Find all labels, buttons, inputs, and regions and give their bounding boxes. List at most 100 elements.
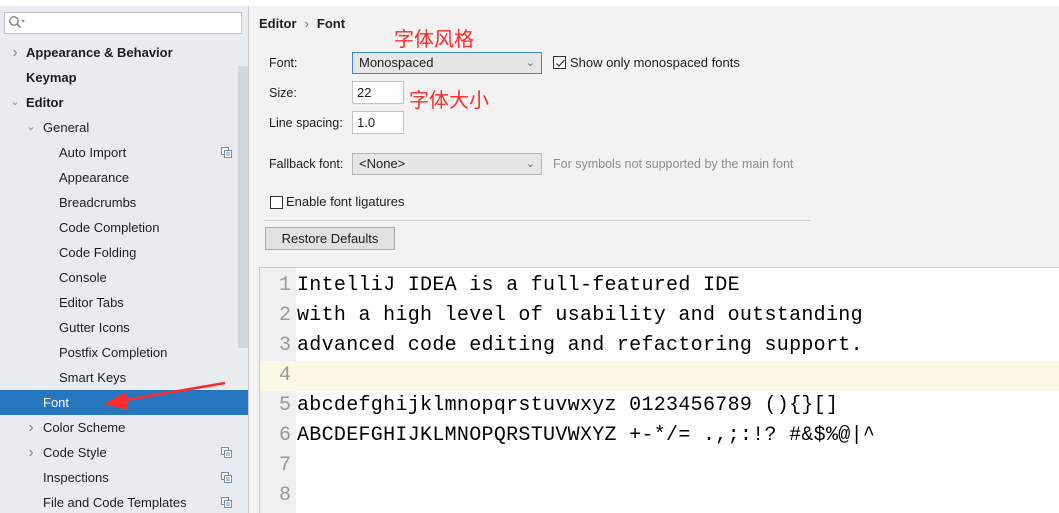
font-select[interactable]: Monospaced ⌄: [352, 52, 542, 74]
sidebar-item-editor-tabs[interactable]: Editor Tabs: [0, 290, 248, 315]
annotation-arrow-icon: [104, 381, 226, 410]
sidebar-item-label: General: [43, 120, 90, 135]
line-spacing-input[interactable]: 1.0: [352, 111, 404, 134]
sidebar-item-label: Code Completion: [59, 220, 160, 235]
sidebar-item-label: Breadcrumbs: [59, 195, 137, 210]
chevron-right-icon[interactable]: ›: [9, 40, 21, 65]
sidebar-item-label: Console: [59, 270, 107, 285]
restore-defaults-button[interactable]: Restore Defaults: [265, 227, 395, 250]
sidebar-item-auto-import[interactable]: Auto Import: [0, 140, 248, 165]
sidebar-item-color-scheme[interactable]: › Color Scheme: [0, 415, 248, 440]
fallback-font-label: Fallback font:: [269, 157, 344, 171]
sidebar-item-appearance-behavior[interactable]: › Appearance & Behavior: [0, 40, 248, 65]
breadcrumb-current: Font: [316, 16, 346, 31]
line-text: advanced code editing and refactoring su…: [297, 334, 863, 357]
sidebar-item-label: Code Folding: [59, 245, 137, 260]
chevron-down-icon[interactable]: ⌄: [25, 115, 37, 140]
preview-line[interactable]: 1 IntelliJ IDEA is a full-featured IDE: [260, 271, 1059, 301]
line-number: 2: [278, 304, 291, 327]
line-number: 4: [278, 364, 291, 387]
sidebar-item-keymap[interactable]: Keymap: [0, 65, 248, 90]
sidebar-item-file-and-code-templates[interactable]: File and Code Templates: [0, 490, 248, 513]
preview-line[interactable]: 5 abcdefghijklmnopqrstuvwxyz 0123456789 (…: [260, 391, 1059, 421]
line-number: 8: [278, 484, 291, 507]
sidebar-item-editor[interactable]: ⌄ Editor: [0, 90, 248, 115]
annotation-font-size: 字体大小: [409, 88, 489, 112]
sidebar-item-code-folding[interactable]: Code Folding: [0, 240, 248, 265]
settings-search-input[interactable]: [4, 12, 242, 34]
font-settings-panel: Editor › Font 字体风格 字体大小 Font: Monospaced ⌄…: [250, 6, 1059, 513]
preview-line[interactable]: 4: [260, 361, 1059, 391]
search-icon[interactable]: [8, 15, 26, 31]
sidebar-item-breadcrumbs[interactable]: Breadcrumbs: [0, 190, 248, 215]
line-number: 6: [278, 424, 291, 447]
size-input[interactable]: 22: [352, 81, 404, 104]
sidebar-item-label: Editor: [26, 95, 64, 110]
line-text: IntelliJ IDEA is a full-featured IDE: [297, 274, 740, 297]
font-preview-editor[interactable]: 1 IntelliJ IDEA is a full-featured IDE 2 wi…: [259, 267, 1059, 513]
project-scope-icon: [221, 497, 232, 508]
line-text: abcdefghijklmnopqrstuvwxyz 0123456789 ()…: [297, 394, 839, 417]
sidebar-item-code-style[interactable]: › Code Style: [0, 440, 248, 465]
line-number: 7: [278, 454, 291, 477]
sidebar-item-label: Font: [43, 395, 70, 410]
sidebar-item-label: Auto Import: [59, 145, 127, 160]
breadcrumb: Editor › Font: [259, 16, 345, 31]
font-label: Font:: [269, 56, 298, 70]
settings-tree: › Appearance & Behavior Keymap ⌄ Editor ⌄ Gene…: [0, 40, 248, 513]
preview-line[interactable]: 8: [260, 481, 1059, 511]
sidebar-item-console[interactable]: Console: [0, 265, 248, 290]
sidebar-item-label: Code Style: [43, 445, 107, 460]
sidebar-item-gutter-icons[interactable]: Gutter Icons: [0, 315, 248, 340]
font-ligatures-label[interactable]: Enable font ligatures: [286, 194, 405, 209]
divider: [264, 220, 811, 221]
sidebar-item-label: Postfix Completion: [59, 345, 168, 360]
project-scope-icon: [221, 472, 232, 483]
sidebar-item-general[interactable]: ⌄ General: [0, 115, 248, 140]
breadcrumb-parent[interactable]: Editor: [259, 16, 297, 31]
fallback-font-select[interactable]: <None> ⌄: [352, 153, 542, 175]
settings-sidebar: › Appearance & Behavior Keymap ⌄ Editor ⌄ Gene…: [0, 6, 249, 513]
sidebar-item-inspections[interactable]: Inspections: [0, 465, 248, 490]
sidebar-item-appearance[interactable]: Appearance: [0, 165, 248, 190]
fallback-font-value: <None>: [359, 156, 406, 171]
sidebar-item-label: Appearance & Behavior: [26, 45, 173, 60]
breadcrumb-separator: ›: [304, 16, 309, 31]
sidebar-item-code-completion[interactable]: Code Completion: [0, 215, 248, 240]
chevron-down-icon: ⌄: [525, 158, 535, 170]
line-number: 1: [278, 274, 291, 297]
annotation-font-style: 字体风格: [394, 27, 474, 51]
preview-line[interactable]: 6 ABCDEFGHIJKLMNOPQRSTUVWXYZ +-*/= .,;:!?…: [260, 421, 1059, 451]
show-monospaced-label[interactable]: Show only monospaced fonts: [570, 55, 740, 70]
fallback-font-hint: For symbols not supported by the main fo…: [553, 157, 794, 171]
sidebar-scrollbar[interactable]: [238, 66, 248, 348]
chevron-down-icon[interactable]: ⌄: [9, 90, 21, 115]
sidebar-item-label: File and Code Templates: [43, 495, 187, 510]
project-scope-icon: [221, 147, 232, 158]
settings-dialog: › Appearance & Behavior Keymap ⌄ Editor ⌄ Gene…: [0, 0, 1059, 513]
line-spacing-label: Line spacing:: [269, 116, 343, 130]
show-monospaced-checkbox[interactable]: [553, 56, 566, 69]
font-ligatures-checkbox[interactable]: [270, 196, 283, 209]
preview-line[interactable]: 2 with a high level of usability and outs…: [260, 301, 1059, 331]
sidebar-item-label: Color Scheme: [43, 420, 126, 435]
sidebar-item-label: Gutter Icons: [59, 320, 130, 335]
line-text: ABCDEFGHIJKLMNOPQRSTUVWXYZ +-*/= .,;:!? …: [297, 424, 876, 447]
sidebar-item-postfix-completion[interactable]: Postfix Completion: [0, 340, 248, 365]
sidebar-item-label: Appearance: [59, 170, 130, 185]
project-scope-icon: [221, 447, 232, 458]
line-number: 3: [278, 334, 291, 357]
chevron-right-icon[interactable]: ›: [25, 440, 37, 465]
line-text: with a high level of usability and outst…: [297, 304, 863, 327]
line-number: 5: [278, 394, 291, 417]
size-label: Size:: [269, 86, 297, 100]
sidebar-item-label: Editor Tabs: [59, 295, 124, 310]
font-select-value: Monospaced: [359, 55, 434, 70]
sidebar-item-label: Inspections: [43, 470, 109, 485]
checkmark-icon: [556, 59, 565, 67]
preview-line[interactable]: 3 advanced code editing and refactoring s…: [260, 331, 1059, 361]
chevron-down-icon: ⌄: [525, 57, 535, 69]
chevron-right-icon[interactable]: ›: [25, 415, 37, 440]
sidebar-item-label: Keymap: [26, 70, 77, 85]
preview-line[interactable]: 7: [260, 451, 1059, 481]
